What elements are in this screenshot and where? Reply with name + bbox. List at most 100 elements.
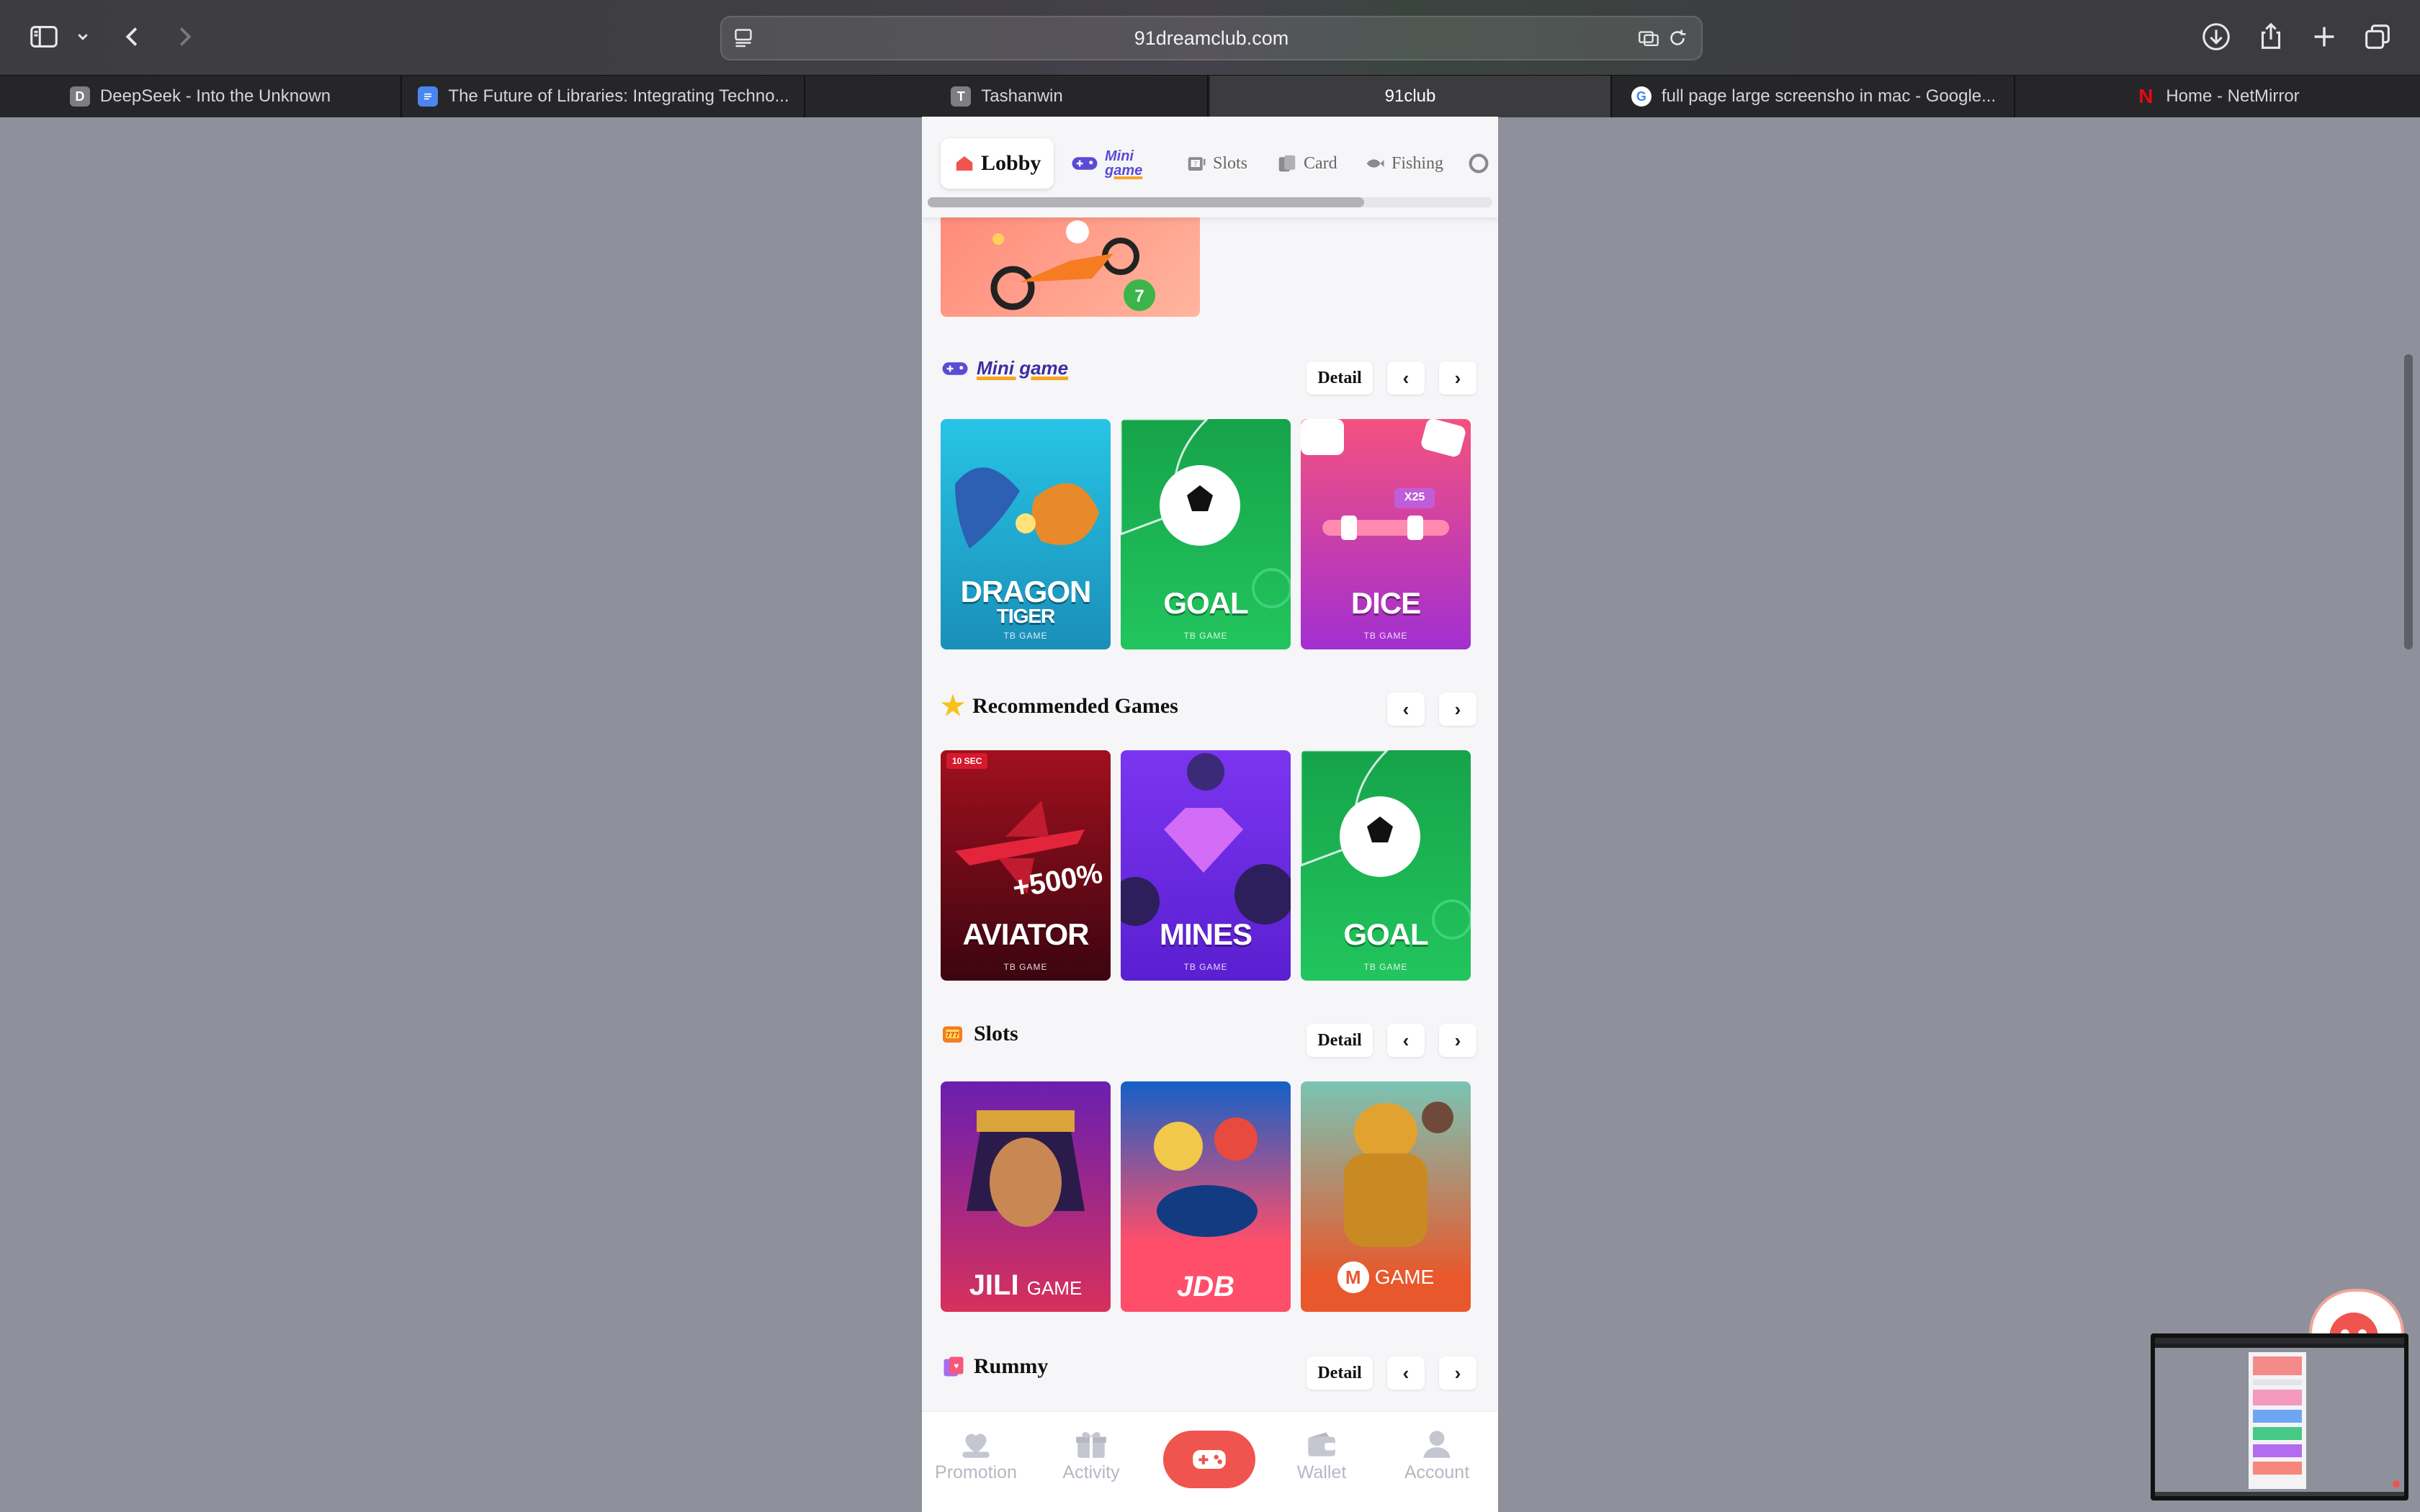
section-title-text: Recommended Games bbox=[972, 693, 1178, 718]
doc-icon bbox=[418, 86, 439, 107]
slots-icon: 7 bbox=[1188, 157, 1206, 171]
mini-game-logo: Mini game bbox=[1105, 148, 1143, 179]
game-provider: TB GAME bbox=[1183, 631, 1228, 641]
slots-next-button[interactable]: › bbox=[1439, 1024, 1476, 1057]
gamepad-icon bbox=[1193, 1450, 1226, 1469]
thumbnail-page bbox=[2249, 1352, 2306, 1489]
tab-bar: D DeepSeek - Into the Unknown The Future… bbox=[0, 75, 2420, 117]
tab-deepseek[interactable]: D DeepSeek - Into the Unknown bbox=[0, 76, 402, 117]
slots-detail-button[interactable]: Detail bbox=[1307, 1024, 1373, 1057]
section-title-text: Mini game bbox=[977, 357, 1069, 379]
game-card-dragon-tiger[interactable]: DRAGON TIGER TB GAME bbox=[941, 419, 1111, 649]
game-provider: TB GAME bbox=[1183, 962, 1228, 972]
screenshot-thumbnail[interactable] bbox=[2151, 1333, 2408, 1500]
category-slots[interactable]: 7 Slots bbox=[1186, 138, 1247, 189]
mini-game-detail-button[interactable]: Detail bbox=[1307, 361, 1373, 395]
game-title: GOAL bbox=[1163, 586, 1248, 620]
section-title-slots: 777 Slots bbox=[941, 1021, 1018, 1047]
star-icon: ★ bbox=[941, 691, 966, 721]
tab-label: full page large screensho in mac - Googl… bbox=[1661, 86, 1996, 106]
section-title-mini-game: Mini game bbox=[941, 357, 1068, 379]
sidebar-toggle-icon[interactable] bbox=[27, 20, 60, 53]
category-card[interactable]: Card bbox=[1276, 138, 1337, 189]
forward-icon[interactable] bbox=[167, 20, 200, 53]
tab-netmirror[interactable]: N Home - NetMirror bbox=[2017, 76, 2419, 117]
game-card-dice[interactable]: X25 DICE TB GAME bbox=[1301, 419, 1471, 649]
tab-google-search[interactable]: G full page large screensho in mac - Goo… bbox=[1613, 76, 2015, 117]
tab-label: 91club bbox=[1384, 86, 1436, 106]
category-label: Card bbox=[1304, 153, 1337, 173]
category-more[interactable] bbox=[1466, 138, 1491, 189]
chevron-down-icon[interactable] bbox=[71, 20, 95, 53]
fish-icon bbox=[1366, 159, 1384, 168]
tab-label: Tashanwin bbox=[981, 86, 1063, 106]
back-icon[interactable] bbox=[117, 20, 150, 53]
nav-activity[interactable]: Activity bbox=[1044, 1426, 1138, 1483]
game-card-mines[interactable]: MINES TB GAME bbox=[1121, 750, 1291, 981]
home-icon bbox=[956, 156, 973, 171]
category-label: Lobby bbox=[981, 151, 1041, 175]
deepseek-favicon-icon: D bbox=[69, 86, 90, 107]
mini-game-next-button[interactable]: › bbox=[1439, 361, 1476, 395]
recommended-prev-button[interactable]: ‹ bbox=[1387, 693, 1425, 726]
nav-account[interactable]: Account bbox=[1390, 1426, 1484, 1483]
nav-label: Account bbox=[1404, 1462, 1470, 1482]
provider-name: GAME bbox=[1374, 1266, 1435, 1288]
reader-icon[interactable] bbox=[1636, 26, 1661, 50]
category-scrollbar-thumb[interactable] bbox=[928, 197, 1364, 207]
bottom-nav: Promotion Activity Wallet Account bbox=[922, 1411, 1498, 1512]
tab-overview-icon[interactable] bbox=[2361, 20, 2394, 53]
category-fishing[interactable]: Fishing bbox=[1364, 138, 1443, 189]
game-card-partial[interactable]: 7 bbox=[941, 210, 1200, 317]
address-bar[interactable]: 91dreamclub.com bbox=[720, 16, 1703, 60]
provider-name-secondary: GAME bbox=[1026, 1277, 1083, 1299]
url-text: 91dreamclub.com bbox=[1134, 27, 1289, 49]
mobile-webview: Lobby Mini game 7 Slots Card Fishing 7 M… bbox=[922, 117, 1498, 1512]
svg-text:777: 777 bbox=[946, 1031, 959, 1040]
reload-icon[interactable] bbox=[1665, 26, 1690, 50]
tab-label: Home - NetMirror bbox=[2166, 86, 2300, 106]
nav-games-button[interactable] bbox=[1163, 1431, 1255, 1488]
tab-91club[interactable]: 91club bbox=[1210, 76, 1612, 117]
new-tab-icon[interactable] bbox=[2308, 20, 2341, 53]
nav-wallet[interactable]: Wallet bbox=[1275, 1426, 1368, 1483]
rummy-prev-button[interactable]: ‹ bbox=[1387, 1356, 1425, 1390]
gamepad-icon bbox=[942, 361, 968, 375]
tab-tashanwin[interactable]: T Tashanwin bbox=[807, 76, 1209, 117]
tab-future-of-libraries[interactable]: The Future of Libraries: Integrating Tec… bbox=[403, 76, 805, 117]
category-lobby[interactable]: Lobby bbox=[941, 138, 1054, 189]
category-scrollbar[interactable] bbox=[928, 197, 1492, 207]
mini-game-prev-button[interactable]: ‹ bbox=[1387, 361, 1425, 395]
game-provider: TB GAME bbox=[1363, 962, 1408, 972]
svg-text:♥: ♥ bbox=[954, 1361, 959, 1371]
card-icon bbox=[1278, 155, 1296, 172]
provider-name: JDB bbox=[1176, 1271, 1235, 1302]
timer-badge: 10 SEC bbox=[946, 753, 988, 769]
category-label: Fishing bbox=[1392, 153, 1444, 173]
section-title-rummy: ♥ Rummy bbox=[941, 1354, 1048, 1380]
category-label: Slots bbox=[1213, 153, 1248, 173]
nav-label: Wallet bbox=[1296, 1462, 1347, 1482]
motorbike-illustration-icon: 7 bbox=[990, 220, 1155, 311]
game-provider: TB GAME bbox=[1363, 631, 1408, 641]
page-scrollbar-thumb[interactable] bbox=[2404, 354, 2413, 649]
provider-card-jili[interactable]: JILI GAME bbox=[941, 1081, 1111, 1312]
rummy-detail-button[interactable]: Detail bbox=[1307, 1356, 1373, 1390]
rummy-next-button[interactable]: › bbox=[1439, 1356, 1476, 1390]
game-card-goal[interactable]: GOAL TB GAME bbox=[1121, 419, 1291, 649]
category-mini-game[interactable]: Mini game bbox=[1070, 138, 1142, 189]
game-card-goal-2[interactable]: GOAL TB GAME bbox=[1301, 750, 1471, 981]
provider-logo: JILI GAME bbox=[941, 1269, 1111, 1302]
browser-toolbar: 91dreamclub.com bbox=[0, 0, 2420, 75]
recommended-next-button[interactable]: › bbox=[1439, 693, 1476, 726]
nav-promotion[interactable]: Promotion bbox=[929, 1426, 1023, 1483]
provider-card-jdb[interactable]: JDB bbox=[1121, 1081, 1291, 1312]
game-card-aviator[interactable]: 10 SEC +500% AVIATOR TB GAME bbox=[941, 750, 1111, 981]
game-title: DICE bbox=[1350, 586, 1421, 620]
multiplier-badge: X25 bbox=[1404, 491, 1425, 503]
download-icon[interactable] bbox=[2200, 20, 2233, 53]
slots-prev-button[interactable]: ‹ bbox=[1387, 1024, 1425, 1057]
provider-card-microgaming[interactable]: M GAME bbox=[1301, 1081, 1471, 1312]
share-icon[interactable] bbox=[2254, 20, 2287, 53]
tab-label: The Future of Libraries: Integrating Tec… bbox=[448, 86, 789, 106]
